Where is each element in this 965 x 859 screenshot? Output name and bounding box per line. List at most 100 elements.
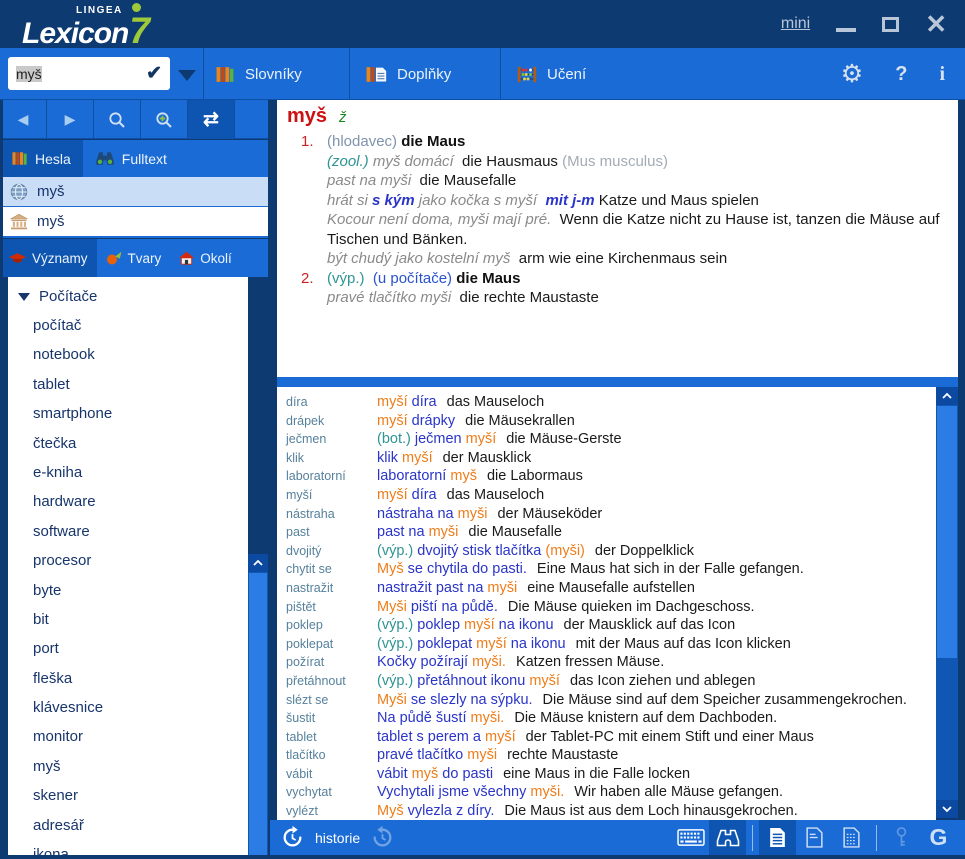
word-list-item[interactable]: klávesnice (8, 693, 248, 722)
result-item-institution[interactable]: myš (0, 207, 270, 236)
scroll-up-button[interactable] (248, 554, 268, 572)
license-key-button[interactable] (883, 820, 920, 855)
view-full-entry-button[interactable] (759, 820, 796, 855)
word-list-item[interactable]: bit (8, 605, 248, 634)
collocation-row[interactable]: šustitNa půdě šustí myši.Die Mäuse knist… (277, 709, 936, 728)
close-button[interactable]: ✕ (925, 11, 947, 37)
text-segment: ječmen (411, 431, 466, 447)
collocation-key: požírat (277, 653, 377, 672)
scroll-thumb[interactable] (249, 573, 267, 859)
collocation-row[interactable]: drápekmyší drápkydie Mäusekrallen (277, 412, 936, 431)
collocation-row[interactable]: pištětMyši piští na půdě.Die Mäuse quiek… (277, 598, 936, 617)
text-segment: (výp.) (377, 543, 413, 559)
collocation-key: tablet (277, 728, 377, 747)
forward-button[interactable]: ▶ (47, 100, 94, 139)
word-list-item[interactable]: skener (8, 781, 248, 810)
collocation-body: (výp.) přetáhnout ikonu myšídas Icon zie… (377, 672, 936, 691)
collocation-row[interactable]: myšímyší díradas Mauseloch (277, 486, 936, 505)
fulltext-search-button[interactable] (709, 820, 746, 855)
panel-divider (270, 377, 965, 387)
collocation-key: chytit se (277, 560, 377, 579)
tab-uceni[interactable]: Učení (517, 48, 586, 100)
word-list-item[interactable]: ikona (8, 840, 248, 855)
collocation-row[interactable]: chytit seMyš se chytila do pasti.Eine Ma… (277, 560, 936, 579)
search-history-dropdown[interactable] (178, 70, 196, 81)
collocation-translation: die Labormaus (487, 468, 583, 484)
collocation-row[interactable]: tablettablet s perem a myšíder Tablet-PC… (277, 728, 936, 747)
collocation-row[interactable]: slézt seMyši se slezly na sýpku.Die Mäus… (277, 691, 936, 710)
word-list-item[interactable]: čtečka (8, 429, 248, 458)
collocation-row[interactable]: klikklik myšíder Mausklick (277, 449, 936, 468)
text-segment: die rechte Maustaste (451, 289, 599, 306)
mini-mode-link[interactable]: mini (781, 15, 810, 33)
collocation-row[interactable]: vychytatVychytali jsme všechny myši.Wir … (277, 783, 936, 802)
collocation-row[interactable]: nástrahanástraha na myšider Mäuseköder (277, 505, 936, 524)
maximize-button[interactable] (882, 17, 899, 32)
scroll-thumb[interactable] (937, 406, 957, 658)
view-tabs: Významy Tvary Okolí (0, 239, 270, 277)
group-label: Počítače (39, 288, 97, 305)
word-list-item[interactable]: notebook (8, 340, 248, 369)
text-segment: Myš (377, 561, 404, 577)
word-list-item[interactable]: procesor (8, 546, 248, 575)
back-button[interactable]: ◀ (0, 100, 47, 139)
collocation-row[interactable]: poklepat(výp.) poklepat myší na ikonumit… (277, 635, 936, 654)
tab-hesla[interactable]: Hesla (0, 140, 83, 177)
swap-direction-button[interactable]: ⇄ (188, 100, 235, 139)
collocation-row[interactable]: vyléztMyš vylezla z díry.Die Maus ist au… (277, 802, 936, 820)
word-list-item[interactable]: monitor (8, 722, 248, 751)
scroll-up-button[interactable] (936, 387, 958, 405)
word-list-item[interactable]: adresář (8, 811, 248, 840)
word-list-item[interactable]: smartphone (8, 399, 248, 428)
settings-gear-icon[interactable]: ⚙ (841, 59, 863, 89)
tab-slovniky[interactable]: Slovníky (216, 48, 302, 100)
word-group-header[interactable]: Počítače (8, 282, 248, 311)
tab-doplnky[interactable]: Doplňky (366, 48, 451, 100)
info-icon[interactable]: i (939, 63, 945, 86)
word-list-item[interactable]: fleška (8, 664, 248, 693)
view-list-entry-button[interactable] (833, 820, 870, 855)
minimize-button[interactable] (836, 28, 856, 32)
help-icon[interactable]: ? (895, 63, 907, 86)
word-list-item[interactable]: myš (8, 752, 248, 781)
word-list-item[interactable]: byte (8, 576, 248, 605)
text-segment: myši (429, 524, 459, 540)
tab-tvary[interactable]: Tvary (97, 239, 171, 277)
tab-vyznamy[interactable]: Významy (0, 239, 97, 277)
text-segment: nástraha na (377, 506, 458, 522)
word-list-item[interactable]: hardware (8, 487, 248, 516)
google-search-button[interactable]: G (920, 820, 957, 855)
word-list-item[interactable]: software (8, 517, 248, 546)
collocation-row[interactable]: pastpast na myšidie Mausefalle (277, 523, 936, 542)
collocation-row[interactable]: laboratornílaboratorní myšdie Labormaus (277, 467, 936, 486)
collocation-row[interactable]: požíratKočky požírají myši.Katzen fresse… (277, 653, 936, 672)
sidebar-scrollbar[interactable] (248, 554, 268, 859)
collocation-row[interactable]: ječmen(bot.) ječmen myšídie Mäuse-Gerste (277, 430, 936, 449)
search-confirm-icon[interactable]: ✔ (146, 62, 162, 85)
collocation-row[interactable]: díramyší díradas Mauseloch (277, 393, 936, 412)
search-input[interactable]: myš ✔ (8, 57, 170, 90)
collocation-row[interactable]: tlačítkopravé tlačítko myširechte Mausta… (277, 746, 936, 765)
zoom-search-button[interactable] (141, 100, 188, 139)
history-back-icon[interactable] (280, 825, 305, 850)
collocation-row[interactable]: přetáhnout(výp.) přetáhnout ikonu myšída… (277, 672, 936, 691)
history-forward-icon[interactable] (370, 825, 395, 850)
collocation-row[interactable]: poklep(výp.) poklep myší na ikonuder Mau… (277, 616, 936, 635)
result-item-general[interactable]: myš (0, 177, 270, 206)
word-list-item[interactable]: počítač (8, 311, 248, 340)
collocation-row[interactable]: vábitvábit myš do pastieine Maus in die … (277, 765, 936, 784)
search-lens-button[interactable] (94, 100, 141, 139)
view-brief-entry-button[interactable] (796, 820, 833, 855)
word-list-item[interactable]: tablet (8, 370, 248, 399)
collocation-translation: das Mauseloch (447, 394, 545, 410)
text-segment: Vychytali jsme všechny (377, 784, 530, 800)
collocation-row[interactable]: dvojitý(výp.) dvojitý stisk tlačítka (my… (277, 542, 936, 561)
word-list-item[interactable]: e-kniha (8, 458, 248, 487)
scroll-down-button[interactable] (936, 800, 958, 818)
collocation-row[interactable]: nastražitnastražit past na myšieine Maus… (277, 579, 936, 598)
word-list-item[interactable]: port (8, 634, 248, 663)
keyboard-button[interactable] (672, 820, 709, 855)
tab-okoli[interactable]: Okolí (170, 239, 241, 277)
collocations-scrollbar[interactable] (936, 387, 958, 818)
tab-fulltext[interactable]: Fulltext (83, 140, 179, 177)
